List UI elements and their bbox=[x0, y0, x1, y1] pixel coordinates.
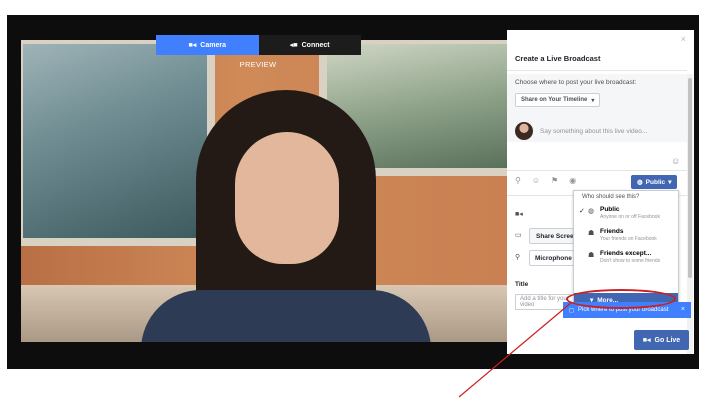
privacy-button[interactable]: ◍ Public ▾ bbox=[631, 175, 678, 189]
checkmark-icon: ✓ bbox=[579, 208, 585, 215]
tab-camera-label: Camera bbox=[200, 41, 226, 49]
person-body bbox=[141, 290, 431, 342]
tag-people-icon[interactable]: ⚲ bbox=[515, 176, 521, 185]
globe-icon: ◍ bbox=[637, 179, 643, 186]
preview-label: PREVIEW bbox=[239, 60, 277, 69]
divider bbox=[507, 170, 687, 171]
privacy-dropdown-header: Who should see this? bbox=[582, 194, 640, 200]
go-live-label: Go Live bbox=[654, 336, 681, 344]
tip-banner: ◻ Pick where to post your broadcast × bbox=[563, 302, 691, 318]
close-icon[interactable]: × bbox=[681, 34, 686, 44]
option-name: Public bbox=[600, 206, 620, 213]
close-icon[interactable]: × bbox=[681, 306, 685, 313]
share-destination-value: Share on Your Timeline bbox=[521, 97, 588, 103]
tab-camera[interactable]: ■◂ Camera bbox=[156, 35, 259, 55]
privacy-option-public[interactable]: ✓ ◍ Public Anyone on or off Facebook bbox=[574, 203, 678, 225]
scrollbar-thumb[interactable] bbox=[688, 78, 692, 278]
friends-except-icon: ☗ bbox=[588, 252, 595, 259]
feeling-icon[interactable]: ☺ bbox=[532, 176, 540, 185]
title-label: Title bbox=[515, 281, 529, 288]
video-camera-icon: ■◂ bbox=[515, 211, 523, 218]
connect-icon: ◂■ bbox=[289, 42, 298, 49]
friends-icon: ☗ bbox=[588, 230, 595, 237]
info-icon: ◻ bbox=[569, 307, 574, 314]
tab-connect-label: Connect bbox=[301, 41, 330, 49]
camera-preview bbox=[21, 40, 508, 342]
composer-actions: ⚲ ☺ ⚑ ◉ bbox=[515, 176, 576, 185]
option-description: Anyone on or off Facebook bbox=[600, 214, 660, 220]
person-face bbox=[235, 132, 339, 264]
tip-text: Pick where to post your broadcast bbox=[577, 307, 669, 313]
privacy-option-friends-except[interactable]: ☗ Friends except... Don't show to some f… bbox=[574, 247, 678, 269]
screen-icon: ▭ bbox=[515, 232, 522, 239]
painting-left bbox=[21, 40, 215, 246]
tab-connect[interactable]: ◂■ Connect bbox=[258, 35, 361, 55]
option-name: Friends bbox=[600, 228, 624, 235]
location-icon[interactable]: ⚑ bbox=[551, 176, 558, 185]
globe-icon: ◍ bbox=[588, 208, 595, 215]
privacy-option-friends[interactable]: ☗ Friends Your friends on Facebook bbox=[574, 225, 678, 247]
option-description: Your friends on Facebook bbox=[600, 236, 657, 242]
share-destination-select[interactable]: Share on Your Timeline ▾ bbox=[515, 93, 601, 107]
emoji-icon[interactable]: ☺ bbox=[671, 156, 680, 166]
chevron-down-icon: ▾ bbox=[668, 179, 672, 186]
divider bbox=[507, 70, 687, 71]
microphone-select[interactable]: Microphone bbox=[529, 250, 578, 266]
go-live-button[interactable]: ■◂ Go Live bbox=[634, 330, 689, 350]
source-tabs: ■◂ Camera ◂■ Connect bbox=[156, 35, 361, 55]
panel-title: Create a Live Broadcast bbox=[515, 54, 601, 63]
sticker-icon[interactable]: ◉ bbox=[569, 176, 576, 185]
microphone-icon: ⚲ bbox=[515, 254, 521, 261]
privacy-dropdown: Who should see this? ✓ ◍ Public Anyone o… bbox=[573, 190, 679, 308]
choose-label: Choose where to post your live broadcast… bbox=[515, 79, 637, 86]
option-name: Friends except... bbox=[600, 250, 652, 257]
option-description: Don't show to some friends bbox=[600, 258, 661, 264]
video-camera-icon: ■◂ bbox=[642, 337, 651, 344]
privacy-button-label: Public bbox=[645, 178, 666, 186]
chevron-down-icon: ▾ bbox=[591, 97, 595, 104]
camera-icon: ■◂ bbox=[188, 42, 197, 49]
avatar bbox=[515, 122, 533, 140]
composer-input[interactable]: Say something about this live video... bbox=[540, 128, 647, 135]
